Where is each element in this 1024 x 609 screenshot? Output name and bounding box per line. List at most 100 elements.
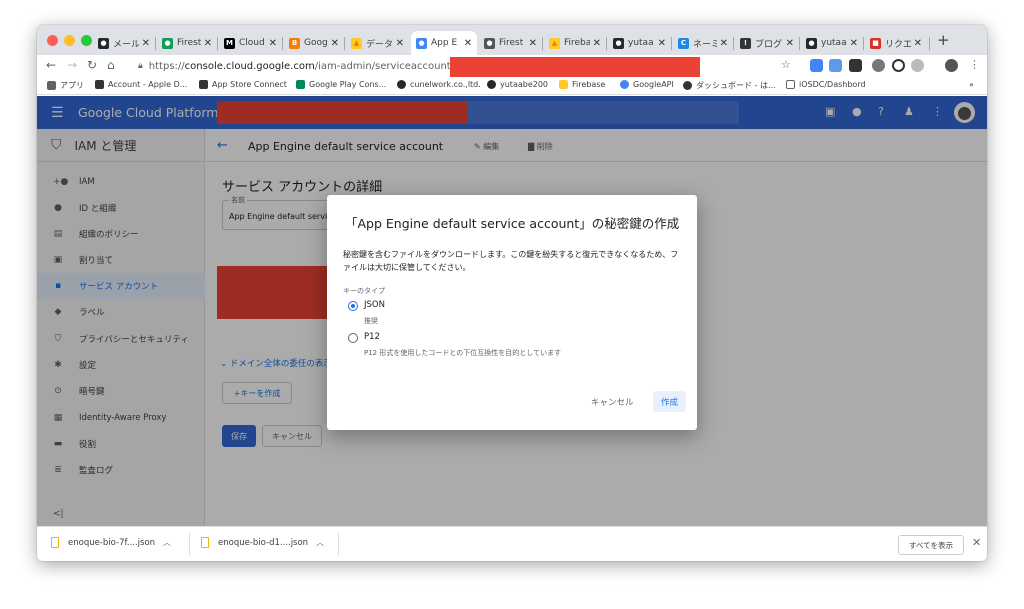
file-icon	[51, 537, 59, 548]
extension-icon[interactable]	[829, 59, 842, 72]
close-tab-icon[interactable]: ✕	[593, 38, 601, 49]
close-window-button[interactable]	[47, 35, 58, 46]
tab-title: リクエ	[885, 39, 911, 50]
close-tab-icon[interactable]: ✕	[142, 38, 150, 49]
bookmark-item[interactable]: App Store Connect	[199, 80, 287, 89]
close-tab-icon[interactable]: ✕	[396, 38, 404, 49]
bookmark-item[interactable]: iOSDC/Dashbord	[786, 80, 866, 89]
cc-icon: C	[678, 37, 689, 49]
browser-tab[interactable]: M Cloud ✕	[219, 31, 282, 55]
browser-tab[interactable]: ▲ Fireba ✕	[544, 31, 606, 55]
browser-tab[interactable]: ● yutaa ✕	[801, 31, 863, 55]
download-filename: enoque-bio-d1....json	[218, 537, 309, 548]
bookmarks-bar: アプリ Account - Apple D... App Store Conne…	[37, 77, 987, 95]
github-icon: ●	[806, 37, 817, 49]
apple-icon	[95, 80, 104, 89]
close-tab-icon[interactable]: ✕	[658, 38, 666, 49]
browser-tab[interactable]: ● Firest ✕	[479, 31, 542, 55]
firebase-icon	[559, 80, 568, 89]
bookmarks-overflow[interactable]: »	[969, 80, 974, 89]
radio-json-label[interactable]: JSON	[364, 300, 385, 310]
radio-json[interactable]	[348, 301, 358, 311]
bookmark-item[interactable]: cunelwork.co.,ltd.	[397, 80, 481, 89]
bookmark-item[interactable]: GoogleAPI	[620, 80, 674, 89]
close-tab-icon[interactable]: ✕	[529, 38, 537, 49]
download-item[interactable]: enoque-bio-7f....json ︿	[51, 537, 171, 548]
apple-icon	[199, 80, 208, 89]
tab-title: ブログ	[755, 39, 783, 50]
bookmark-item[interactable]: Account - Apple D...	[95, 80, 187, 89]
close-tab-icon[interactable]: ✕	[331, 38, 339, 49]
create-key-dialog: 「App Engine default service account」の秘密鍵…	[327, 195, 697, 430]
extension-icon[interactable]	[892, 59, 905, 72]
chevron-up-icon[interactable]: ︿	[163, 537, 171, 548]
github-icon	[397, 80, 406, 89]
browser-window: ● メール ✕ ● Firest ✕ M Cloud ✕ B Google ✕ …	[37, 25, 987, 561]
new-tab-button[interactable]: +	[937, 31, 950, 49]
zoom-window-button[interactable]	[81, 35, 92, 46]
browser-tab[interactable]: ! ブログ ✕	[735, 31, 799, 55]
close-tab-icon[interactable]: ✕	[204, 38, 212, 49]
close-tab-icon[interactable]: ✕	[720, 38, 728, 49]
reload-icon[interactable]: ↻	[87, 58, 97, 72]
github-icon: ●	[98, 37, 109, 49]
show-all-downloads-button[interactable]: すべてを表示	[898, 535, 964, 555]
more-vert-icon[interactable]: ⋮	[969, 58, 980, 71]
bookmark-item[interactable]: yutaabe200	[487, 80, 548, 89]
dialog-cancel-button[interactable]: キャンセル	[591, 396, 634, 408]
browser-tab[interactable]: ● Firest ✕	[157, 31, 217, 55]
close-tab-icon[interactable]: ✕	[850, 38, 858, 49]
browser-tab[interactable]: ● yutaa ✕	[608, 31, 671, 55]
bookmark-apps[interactable]: アプリ	[47, 80, 84, 91]
close-tab-icon[interactable]: ✕	[786, 38, 794, 49]
close-tab-icon[interactable]: ✕	[269, 38, 277, 49]
home-icon[interactable]: ⌂	[107, 58, 115, 72]
google-icon	[620, 80, 629, 89]
browser-tab-active[interactable]: ● App E ✕	[411, 31, 477, 55]
extension-off-icon[interactable]	[849, 59, 862, 72]
minimize-window-button[interactable]	[64, 35, 75, 46]
back-arrow-icon[interactable]: ←	[46, 58, 56, 72]
browser-tab[interactable]: ▲ データ ✕	[346, 31, 409, 55]
extension-icon[interactable]	[810, 59, 823, 72]
tab-title: Firest	[499, 38, 524, 48]
url-scheme: https://	[148, 60, 185, 72]
browser-tab[interactable]: ● メール ✕	[93, 31, 155, 55]
extension-icon[interactable]	[911, 59, 924, 72]
bookmark-item[interactable]: Google Play Cons...	[296, 80, 386, 89]
tab-title: Firest	[177, 38, 201, 48]
key-type-label: キーのタイプ	[343, 287, 385, 295]
browser-tab[interactable]: C ネーミ ✕	[673, 31, 733, 55]
radio-p12[interactable]	[348, 333, 358, 343]
dialog-create-button[interactable]: 作成	[653, 391, 686, 412]
tab-title: yutaa	[628, 38, 654, 48]
blogger-icon: B	[289, 37, 300, 49]
doc-icon	[786, 80, 795, 89]
bookmark-star-icon[interactable]: ☆	[781, 58, 791, 71]
url-host: console.cloud.google.com	[184, 60, 315, 72]
browser-tab[interactable]: ■ リクエ ✕	[865, 31, 927, 55]
chevron-up-icon[interactable]: ︿	[316, 537, 324, 548]
radio-p12-label[interactable]: P12	[364, 332, 380, 342]
bookmark-item[interactable]: Firebase	[559, 80, 605, 89]
firebase-icon: ▲	[351, 37, 362, 49]
tab-title: App E	[431, 38, 458, 48]
lock-icon: 🔒︎	[138, 61, 143, 71]
bookmark-item[interactable]: ダッシュボード - は...	[683, 80, 776, 91]
browser-toolbar: ← → ↻ ⌂ 🔒︎ https://console.cloud.google.…	[37, 55, 987, 77]
download-filename: enoque-bio-7f....json	[68, 537, 156, 548]
close-tab-icon[interactable]: ✕	[464, 38, 472, 49]
close-tab-icon[interactable]: ✕	[914, 38, 922, 49]
redaction-block	[450, 57, 700, 77]
radio-json-hint: 推奨	[364, 317, 378, 325]
forward-arrow-icon[interactable]: →	[67, 58, 77, 72]
tab-title: yutaa	[821, 38, 847, 48]
dialog-title: 「App Engine default service account」の秘密鍵…	[345, 216, 680, 231]
tab-title: Google	[304, 38, 328, 48]
tab-title: Fireba	[564, 38, 590, 48]
extension-icon[interactable]	[872, 59, 885, 72]
download-item[interactable]: enoque-bio-d1....json ︿	[201, 537, 324, 548]
close-downloads-icon[interactable]: ✕	[972, 536, 981, 549]
browser-tab[interactable]: B Google ✕	[284, 31, 344, 55]
profile-avatar-icon[interactable]	[945, 59, 958, 72]
